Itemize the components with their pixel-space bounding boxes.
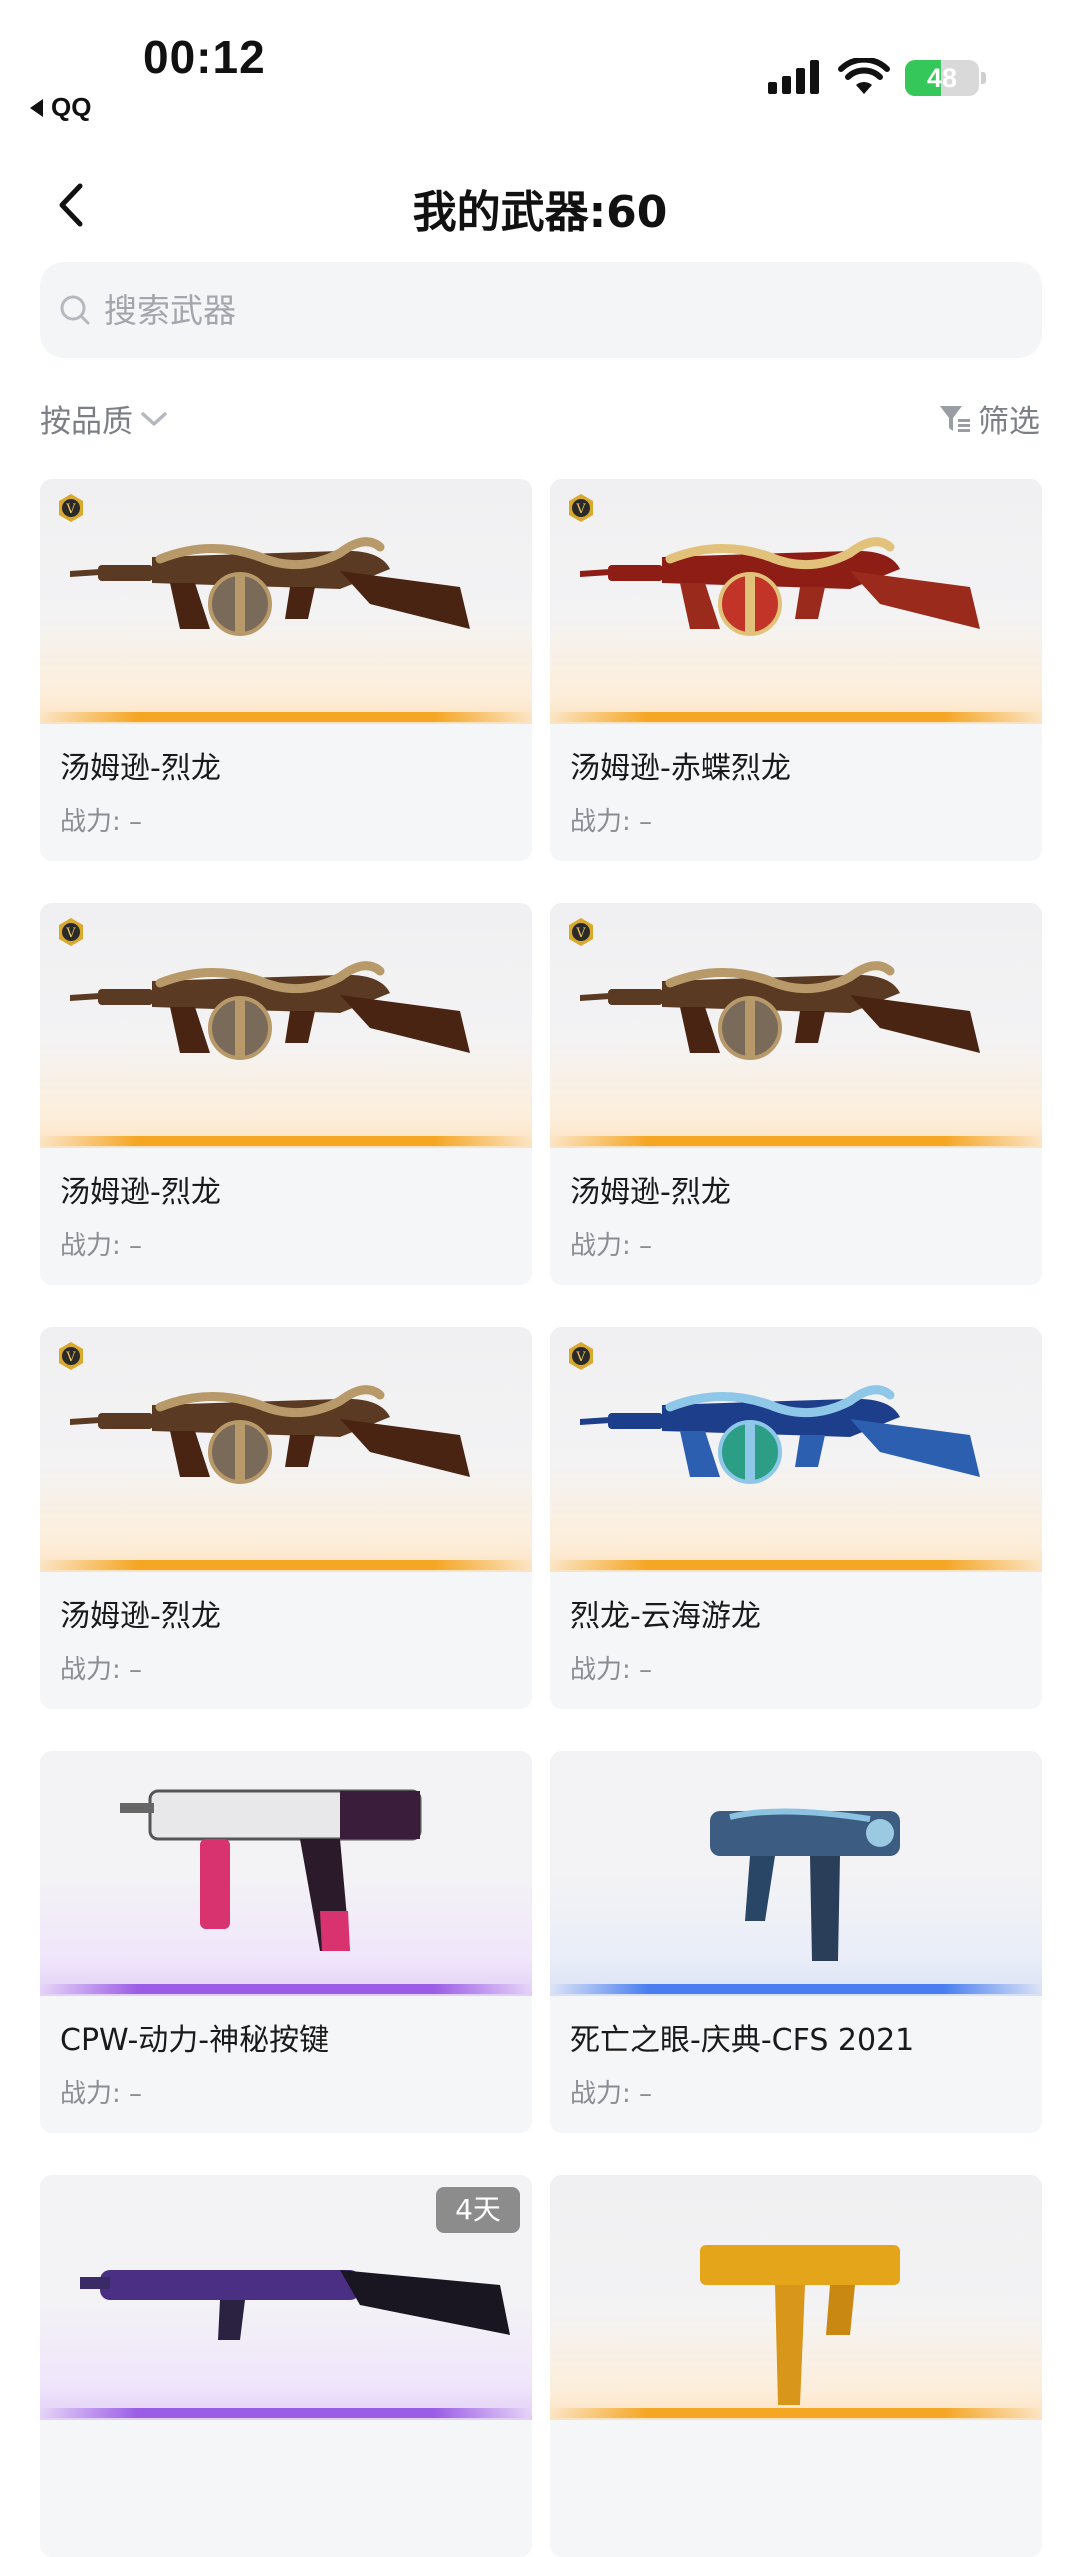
weapon-name: 汤姆逊-烈龙	[570, 1175, 731, 1210]
weapon-power: 战力: –	[570, 2079, 653, 2109]
weapon-power: 战力: –	[60, 2079, 143, 2109]
quality-bar	[550, 1136, 1042, 1146]
weapon-card[interactable]: CPW-动力-神秘按键战力: –	[40, 1751, 532, 2133]
weapon-power: 战力: –	[570, 807, 653, 837]
search-input[interactable]	[102, 289, 1006, 331]
weapon-art-tommy-dragon-bronze	[70, 961, 470, 1060]
weapon-card[interactable]: V 汤姆逊-赤蝶烈龙战力: –	[550, 479, 1042, 861]
weapon-power: 战力: –	[60, 807, 143, 837]
quality-bar	[550, 712, 1042, 722]
weapon-art-tommy-dragon-bronze	[70, 537, 470, 636]
vip-badge-icon: V	[566, 493, 596, 523]
weapon-name: 汤姆逊-烈龙	[60, 1599, 221, 1634]
quality-bar	[550, 1560, 1042, 1570]
battery-charging-icon: 48	[905, 60, 979, 96]
weapon-image	[40, 479, 532, 724]
quality-bar	[40, 1984, 532, 1994]
sort-by-quality-button[interactable]: 按品质	[40, 396, 169, 441]
weapon-name: CPW-动力-神秘按键	[60, 2023, 330, 2058]
weapon-name: 汤姆逊-烈龙	[60, 751, 221, 786]
weapon-card[interactable]: V 汤姆逊-烈龙战力: –	[40, 1327, 532, 1709]
battery-cap	[981, 72, 986, 84]
weapon-card[interactable]: 4天	[40, 2175, 532, 2557]
weapon-name: 汤姆逊-赤蝶烈龙	[570, 751, 791, 786]
weapon-image	[550, 903, 1042, 1148]
vip-badge-icon: V	[56, 493, 86, 523]
weapon-image	[550, 1327, 1042, 1572]
back-app-label: QQ	[51, 92, 92, 122]
vip-badge-icon: V	[56, 917, 86, 947]
weapon-image	[40, 903, 532, 1148]
vip-badge-icon: V	[566, 917, 596, 947]
quality-bar	[40, 2408, 532, 2418]
weapon-card[interactable]: V 汤姆逊-烈龙战力: –	[40, 903, 532, 1285]
vip-badge-icon: V	[56, 1341, 86, 1371]
quality-bar	[40, 1136, 532, 1146]
weapon-card[interactable]: V 烈龙-云海游龙战力: –	[550, 1327, 1042, 1709]
svg-text:V: V	[575, 502, 586, 517]
filter-label: 筛选	[978, 404, 1040, 440]
weapon-power: 战力: –	[570, 1231, 653, 1261]
filter-icon	[940, 405, 970, 432]
svg-text:V: V	[65, 1350, 76, 1365]
weapon-card[interactable]: 死亡之眼-庆典-CFS 2021 战力: –	[550, 1751, 1042, 2133]
weapon-image	[550, 479, 1042, 724]
wifi-icon	[838, 58, 890, 94]
svg-text:V: V	[65, 502, 76, 517]
svg-text:V: V	[65, 926, 76, 941]
quality-bar	[40, 712, 532, 722]
weapon-power: 战力: –	[60, 1655, 143, 1685]
sort-label: 按品质	[40, 404, 133, 440]
weapon-art-tommy-dragon-bronze	[70, 1385, 470, 1484]
weapon-card[interactable]	[550, 2175, 1042, 2557]
weapon-art-tommy-dragon-red	[580, 537, 980, 636]
weapon-image	[40, 1751, 532, 1996]
days-left-badge: 4天	[436, 2187, 520, 2233]
weapon-art-smg-pink	[120, 1789, 422, 1951]
weapon-card[interactable]: V 汤姆逊-烈龙战力: –	[550, 903, 1042, 1285]
status-time: 00:12	[143, 31, 266, 83]
back-to-app-link[interactable]: QQ	[30, 92, 91, 123]
weapon-power: 战力: –	[60, 1231, 143, 1261]
weapon-image	[40, 1327, 532, 1572]
weapon-image	[550, 1751, 1042, 1996]
quality-bar	[550, 1984, 1042, 1994]
weapon-art-uzi-gold	[700, 2245, 900, 2405]
weapon-image	[550, 2175, 1042, 2420]
weapon-name: 汤姆逊-烈龙	[60, 1175, 221, 1210]
weapon-name: 死亡之眼-庆典-CFS 2021	[570, 2023, 915, 2058]
weapon-power: 战力: –	[570, 1655, 653, 1685]
search-bar[interactable]	[40, 262, 1042, 358]
quality-bar	[40, 1560, 532, 1570]
vip-badge-icon: V	[566, 1341, 596, 1371]
quality-bar	[550, 2408, 1042, 2418]
chevron-down-icon	[141, 411, 167, 426]
svg-text:V: V	[575, 1350, 586, 1365]
battery-level-text: 48	[926, 63, 958, 93]
status-bar: 00:12 QQ 48	[0, 0, 1080, 140]
search-icon	[60, 295, 90, 325]
back-triangle-icon	[30, 98, 43, 117]
cellular-signal-icon	[768, 58, 819, 94]
weapon-card[interactable]: V 汤姆逊-烈龙战力: –	[40, 479, 532, 861]
filter-button[interactable]: 筛选	[938, 396, 1040, 441]
weapon-name: 烈龙-云海游龙	[570, 1599, 761, 1634]
weapon-art-tommy-dragon-blue	[580, 1385, 980, 1484]
weapon-art-tommy-dragon-bronze	[580, 961, 980, 1060]
page-title: 我的武器:60	[412, 187, 668, 238]
svg-text:V: V	[575, 926, 586, 941]
weapon-art-pistol-blue	[710, 1808, 900, 1961]
